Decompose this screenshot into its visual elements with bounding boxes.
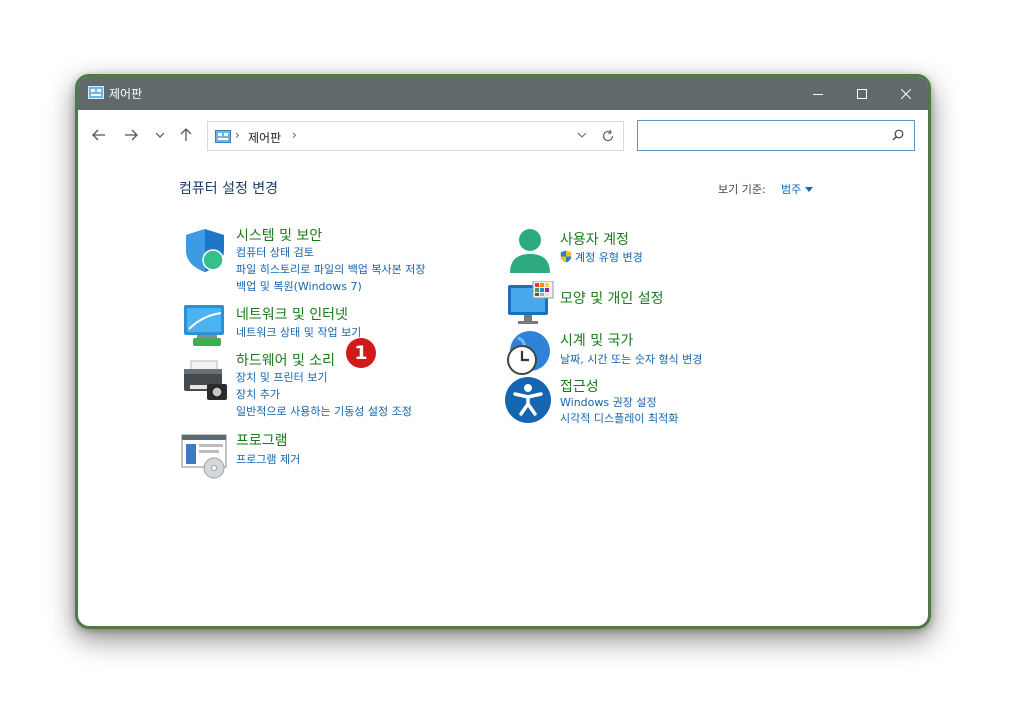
link-backup-restore[interactable]: 백업 및 복원(Windows 7) bbox=[236, 278, 362, 294]
breadcrumb-control-panel[interactable]: 제어판 bbox=[248, 129, 281, 146]
link-uninstall-program[interactable]: 프로그램 제거 bbox=[236, 451, 300, 467]
chevron-down-icon bbox=[155, 132, 165, 138]
forward-button[interactable] bbox=[120, 124, 142, 146]
link-file-history[interactable]: 파일 히스토리로 파일의 백업 복사본 저장 bbox=[236, 261, 426, 277]
link-network-status[interactable]: 네트워크 상태 및 작업 보기 bbox=[236, 324, 361, 340]
category-title-hardware-sound[interactable]: 하드웨어 및 소리 bbox=[236, 350, 335, 370]
link-optimize-display[interactable]: 시각적 디스플레이 최적화 bbox=[560, 410, 678, 426]
link-change-account-type[interactable]: 계정 유형 변경 bbox=[575, 249, 643, 265]
navigation-bar: › 제어판 › bbox=[78, 110, 928, 160]
category-title-ease-of-access[interactable]: 접근성 bbox=[560, 376, 599, 396]
title-bar[interactable]: 제어판 bbox=[78, 77, 928, 110]
uac-shield-icon bbox=[560, 250, 572, 263]
monitor-icon[interactable] bbox=[506, 281, 554, 329]
recent-locations-button[interactable] bbox=[149, 124, 171, 146]
maximize-button[interactable] bbox=[840, 77, 884, 110]
category-title-system-security[interactable]: 시스템 및 보안 bbox=[236, 225, 322, 245]
category-title-network[interactable]: 네트워크 및 인터넷 bbox=[236, 304, 348, 324]
breadcrumb-separator: › bbox=[235, 128, 240, 142]
caret-down-icon bbox=[805, 186, 814, 192]
link-recommended-settings[interactable]: Windows 권장 설정 bbox=[560, 394, 657, 410]
back-button[interactable] bbox=[88, 124, 110, 146]
programs-icon[interactable] bbox=[181, 431, 229, 479]
view-by-value[interactable]: 범주 bbox=[781, 181, 801, 197]
search-icon bbox=[892, 129, 904, 141]
link-review-status[interactable]: 컴퓨터 상태 검토 bbox=[236, 244, 314, 260]
search-input[interactable] bbox=[637, 120, 915, 151]
step-number-badge: 1 bbox=[346, 338, 376, 368]
arrow-right-icon bbox=[125, 129, 138, 141]
minimize-button[interactable] bbox=[796, 77, 840, 110]
arrow-left-icon bbox=[92, 129, 105, 141]
clock-globe-icon[interactable] bbox=[504, 329, 552, 377]
close-button[interactable] bbox=[884, 77, 928, 110]
link-mobility-settings[interactable]: 일반적으로 사용하는 기동성 설정 조정 bbox=[236, 403, 412, 419]
up-button[interactable] bbox=[175, 124, 197, 146]
page-title: 컴퓨터 설정 변경 bbox=[179, 181, 279, 197]
close-icon bbox=[901, 88, 911, 99]
window-title: 제어판 bbox=[109, 87, 143, 101]
link-add-device[interactable]: 장치 추가 bbox=[236, 386, 280, 402]
category-title-user-accounts[interactable]: 사용자 계정 bbox=[560, 229, 629, 249]
control-panel-window: 제어판 › 제어판 › 컴퓨터 설정 변경 보기 기준: 범주 시스템 및 보안… bbox=[75, 74, 931, 629]
shield-icon[interactable] bbox=[181, 226, 229, 274]
user-icon[interactable] bbox=[506, 226, 554, 274]
control-panel-icon bbox=[215, 130, 231, 143]
link-date-time-format[interactable]: 날짜, 시간 또는 숫자 형식 변경 bbox=[560, 351, 702, 367]
address-bar[interactable]: › 제어판 › bbox=[207, 121, 624, 151]
maximize-icon bbox=[857, 88, 867, 99]
category-title-clock-region[interactable]: 시계 및 국가 bbox=[560, 330, 633, 350]
printer-icon[interactable] bbox=[181, 358, 229, 406]
minimize-icon bbox=[813, 93, 823, 95]
control-panel-icon bbox=[88, 86, 104, 99]
category-title-programs[interactable]: 프로그램 bbox=[236, 430, 288, 450]
arrow-up-icon bbox=[180, 128, 192, 141]
network-icon[interactable] bbox=[181, 301, 229, 349]
view-by-label: 보기 기준: bbox=[718, 183, 766, 196]
breadcrumb-separator[interactable]: › bbox=[292, 128, 297, 142]
link-devices-printers[interactable]: 장치 및 프린터 보기 bbox=[236, 369, 327, 385]
category-title-appearance[interactable]: 모양 및 개인 설정 bbox=[560, 288, 664, 308]
accessibility-icon[interactable] bbox=[504, 376, 552, 424]
view-by-dropdown[interactable]: 범주 bbox=[781, 181, 814, 197]
chevron-down-icon[interactable] bbox=[577, 130, 587, 140]
refresh-icon[interactable] bbox=[601, 129, 615, 143]
